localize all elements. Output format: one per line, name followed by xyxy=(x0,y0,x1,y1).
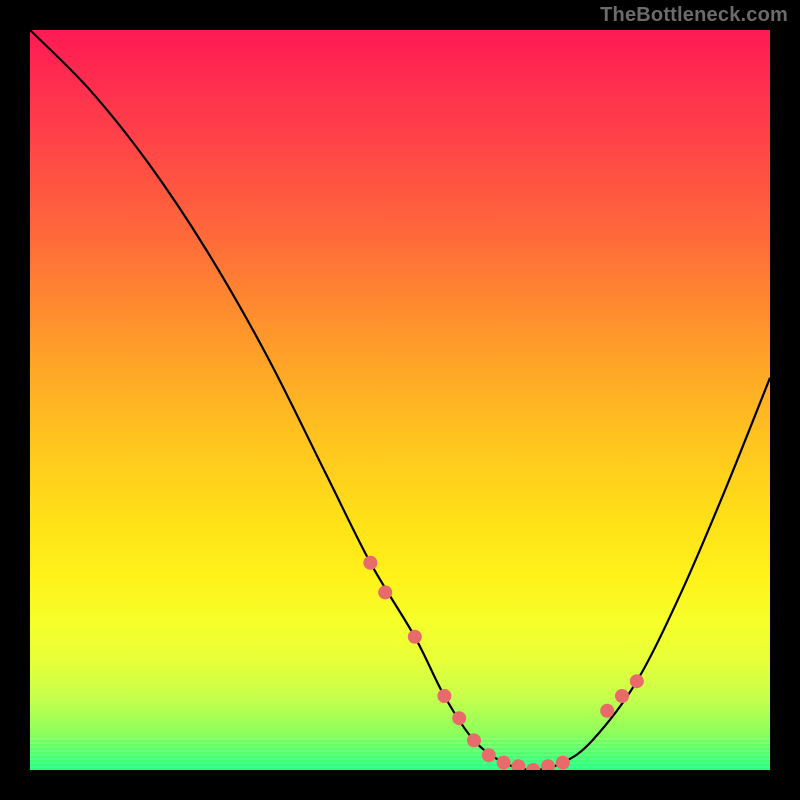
highlight-dot xyxy=(615,689,629,703)
attribution-text: TheBottleneck.com xyxy=(600,4,788,27)
highlight-dot xyxy=(600,704,614,718)
highlight-dot xyxy=(363,556,377,570)
highlight-dot xyxy=(408,630,422,644)
highlight-dot xyxy=(526,763,540,770)
highlight-dot xyxy=(452,711,466,725)
plot-area xyxy=(30,30,770,770)
highlight-dot xyxy=(482,748,496,762)
highlight-dot xyxy=(556,756,570,770)
highlight-dot xyxy=(497,756,511,770)
highlight-dots-group xyxy=(363,556,643,770)
chart-stage: TheBottleneck.com xyxy=(0,0,800,800)
highlight-dot xyxy=(437,689,451,703)
curve-svg xyxy=(30,30,770,770)
highlight-dot xyxy=(467,733,481,747)
highlight-dot xyxy=(378,585,392,599)
highlight-dot xyxy=(511,759,525,770)
bottleneck-curve-path xyxy=(30,30,770,770)
highlight-dot xyxy=(541,759,555,770)
highlight-dot xyxy=(630,674,644,688)
